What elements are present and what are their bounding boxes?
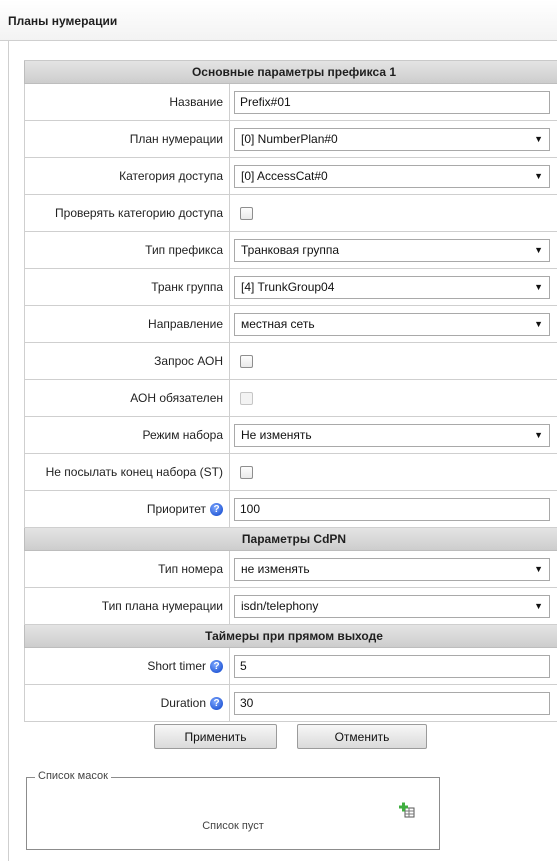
form-buttons: Применить Отменить	[154, 724, 427, 749]
row-aon-required: АОН обязателен	[24, 380, 557, 417]
aon-request-checkbox[interactable]	[240, 354, 253, 368]
row-number-type: Тип номера не изменять ▼	[24, 551, 557, 588]
trunk-group-value: [4] TrunkGroup04	[241, 280, 335, 294]
name-label: Название	[24, 84, 230, 120]
row-check-access-category: Проверять категорию доступа	[24, 195, 557, 232]
row-trunk-group: Транк группа [4] TrunkGroup04 ▼	[24, 269, 557, 306]
short-timer-input[interactable]	[234, 654, 550, 678]
number-type-label: Тип номера	[24, 551, 230, 587]
access-category-value: [0] AccessCat#0	[241, 169, 328, 183]
trunk-group-label: Транк группа	[24, 269, 230, 305]
access-category-select[interactable]: [0] AccessCat#0 ▼	[234, 164, 550, 188]
check-access-category-label: Проверять категорию доступа	[24, 195, 230, 231]
row-duration: Duration?	[24, 685, 557, 722]
duration-label-cell: Duration?	[24, 685, 230, 721]
numbering-plan-value: [0] NumberPlan#0	[241, 132, 338, 146]
name-input[interactable]	[234, 90, 550, 114]
direction-label: Направление	[24, 306, 230, 342]
row-aon-request: Запрос АОН	[24, 343, 557, 380]
row-numbering-plan-type: Тип плана нумерации isdn/telephony ▼	[24, 588, 557, 625]
row-short-timer: Short timer?	[24, 648, 557, 685]
dial-mode-select[interactable]: Не изменять ▼	[234, 423, 550, 447]
row-access-category: Категория доступа [0] AccessCat#0 ▼	[24, 158, 557, 195]
row-numbering-plan: План нумерации [0] NumberPlan#0 ▼	[24, 121, 557, 158]
priority-input[interactable]	[234, 497, 550, 521]
access-category-label: Категория доступа	[24, 158, 230, 194]
aon-required-label: АОН обязателен	[24, 380, 230, 416]
chevron-down-icon: ▼	[534, 245, 543, 255]
dial-mode-label: Режим набора	[24, 417, 230, 453]
duration-input[interactable]	[234, 691, 550, 715]
row-no-send-st: Не посылать конец набора (ST)	[24, 454, 557, 491]
help-icon[interactable]: ?	[210, 502, 223, 516]
prefix-form: Основные параметры префикса 1 Название П…	[24, 60, 557, 722]
duration-label: Duration	[160, 696, 206, 710]
chevron-down-icon: ▼	[534, 564, 543, 574]
priority-label-cell: Приоритет?	[24, 491, 230, 527]
prefix-type-select[interactable]: Транковая группа ▼	[234, 238, 550, 262]
add-list-icon[interactable]	[399, 802, 415, 818]
aon-required-checkbox	[240, 391, 253, 405]
apply-button[interactable]: Применить	[154, 724, 277, 749]
direction-value: местная сеть	[241, 317, 315, 331]
numbering-plan-label: План нумерации	[24, 121, 230, 157]
numbering-plan-select[interactable]: [0] NumberPlan#0 ▼	[234, 127, 550, 151]
row-dial-mode: Режим набора Не изменять ▼	[24, 417, 557, 454]
number-type-value: не изменять	[241, 562, 310, 576]
row-name: Название	[24, 84, 557, 121]
chevron-down-icon: ▼	[534, 134, 543, 144]
dial-mode-value: Не изменять	[241, 428, 312, 442]
mask-list-empty-text: Список пуст	[202, 820, 264, 832]
row-prefix-type: Тип префикса Транковая группа ▼	[24, 232, 557, 269]
chevron-down-icon: ▼	[534, 601, 543, 611]
mask-list-fieldset: Список масок Список пуст	[26, 770, 440, 850]
short-timer-label: Short timer	[147, 659, 206, 673]
mask-list-legend: Список масок	[35, 770, 111, 782]
short-timer-label-cell: Short timer?	[24, 648, 230, 684]
no-send-st-label: Не посылать конец набора (ST)	[24, 454, 230, 490]
chevron-down-icon: ▼	[534, 171, 543, 181]
help-icon[interactable]: ?	[210, 696, 223, 710]
chevron-down-icon: ▼	[534, 282, 543, 292]
direction-select[interactable]: местная сеть ▼	[234, 312, 550, 336]
chevron-down-icon: ▼	[534, 319, 543, 329]
cancel-button[interactable]: Отменить	[297, 724, 427, 749]
page-title: Планы нумерации	[8, 14, 118, 28]
section-main-header: Основные параметры префикса 1	[24, 61, 557, 84]
numbering-plan-type-value: isdn/telephony	[241, 599, 319, 613]
section-timers-header: Таймеры при прямом выходе	[24, 625, 557, 648]
check-access-category-checkbox[interactable]	[240, 206, 253, 220]
prefix-type-label: Тип префикса	[24, 232, 230, 268]
left-divider	[8, 41, 9, 861]
no-send-st-checkbox[interactable]	[240, 465, 253, 479]
help-icon[interactable]: ?	[210, 659, 223, 673]
number-type-select[interactable]: не изменять ▼	[234, 557, 550, 581]
priority-label: Приоритет	[146, 502, 206, 516]
prefix-type-value: Транковая группа	[241, 243, 340, 257]
numbering-plan-type-select[interactable]: isdn/telephony ▼	[234, 594, 550, 618]
page-header: Планы нумерации	[0, 0, 557, 41]
row-direction: Направление местная сеть ▼	[24, 306, 557, 343]
aon-request-label: Запрос АОН	[24, 343, 230, 379]
numbering-plan-type-label: Тип плана нумерации	[24, 588, 230, 624]
row-priority: Приоритет?	[24, 491, 557, 528]
chevron-down-icon: ▼	[534, 430, 543, 440]
section-cdpn-header: Параметры CdPN	[24, 528, 557, 551]
trunk-group-select[interactable]: [4] TrunkGroup04 ▼	[234, 275, 550, 299]
